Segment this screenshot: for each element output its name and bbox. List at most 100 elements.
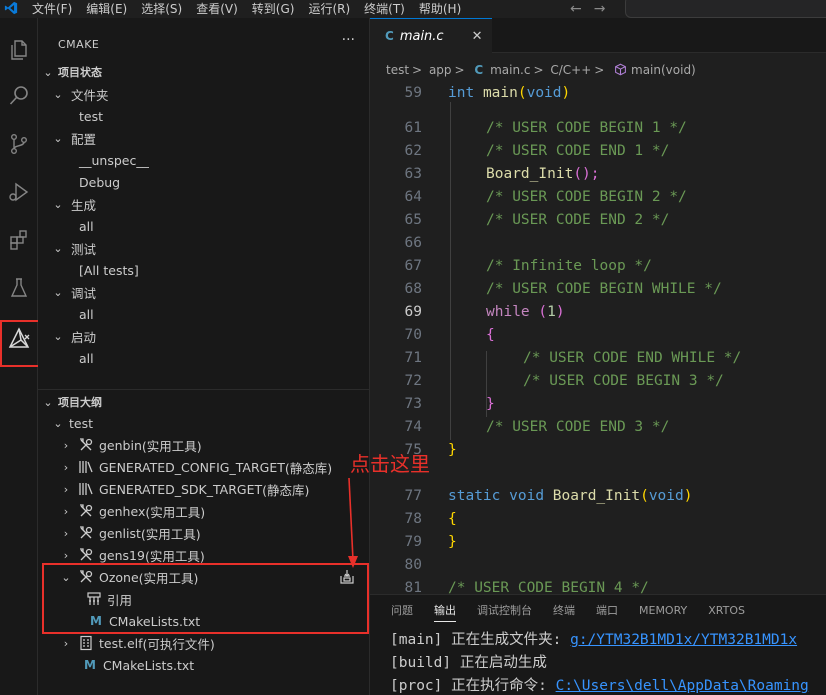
code-view[interactable]: 59 int main(void) 61/* USER CODE BEGIN 1 … xyxy=(370,82,826,602)
outline-item-genbin[interactable]: › genbin (实用工具) xyxy=(38,434,369,456)
panel-tabs: 问题 输出 调试控制台 终端 端口 MEMORY XRTOS xyxy=(370,595,826,625)
status-item-debug-all[interactable]: all xyxy=(38,303,369,325)
outline-item-generated-sdk[interactable]: › GENERATED_SDK_TARGET (静态库) xyxy=(38,478,369,500)
library-icon xyxy=(79,483,93,495)
menu-go[interactable]: 转到(G) xyxy=(245,0,302,18)
menu-help[interactable]: 帮助(H) xyxy=(412,0,468,18)
menu-file[interactable]: 文件(F) xyxy=(25,0,79,18)
output-log[interactable]: [main] 正在生成文件夹: g:/YTM32B1MD1x/YTM32B1MD… xyxy=(390,629,809,695)
chevron-right-icon: › xyxy=(63,526,69,540)
panel-tab-ports[interactable]: 端口 xyxy=(596,602,618,618)
status-item-test[interactable]: test xyxy=(38,105,369,127)
output-line: [build] 正在启动生成 xyxy=(390,655,547,671)
menu-terminal[interactable]: 终端(T) xyxy=(357,0,412,18)
status-item-build-all[interactable]: all xyxy=(38,215,369,237)
output-line: [main] 正在生成文件夹: g:/YTM32B1MD1x/YTM32B1MD… xyxy=(390,632,798,648)
outline-item-test-elf[interactable]: › test.elf (可执行文件) xyxy=(38,632,369,654)
more-actions-icon[interactable]: ··· xyxy=(342,32,355,48)
vscode-logo-icon xyxy=(4,1,18,15)
code-line: 79} xyxy=(404,534,457,550)
outline-item-genlist[interactable]: › genlist (实用工具) xyxy=(38,522,369,544)
menu-view[interactable]: 查看(V) xyxy=(189,0,245,18)
menu-selection[interactable]: 选择(S) xyxy=(134,0,189,18)
panel-tab-problems[interactable]: 问题 xyxy=(391,602,413,618)
status-item-unspec[interactable]: __unspec__ xyxy=(38,149,369,171)
menu-run[interactable]: 运行(R) xyxy=(301,0,357,18)
breadcrumb-item[interactable]: main.c xyxy=(490,63,530,77)
output-path-link[interactable]: C:\Users\dell\AppData\Roaming xyxy=(556,678,809,694)
status-group-test[interactable]: ⌄ 测试 xyxy=(38,237,369,259)
nav-arrows: ← → xyxy=(570,0,617,18)
status-group-debug[interactable]: ⌄ 调试 xyxy=(38,281,369,303)
panel-tab-terminal[interactable]: 终端 xyxy=(553,602,575,618)
status-item-launch-all[interactable]: all xyxy=(38,347,369,369)
output-line: [proc] 正在执行命令: C:\Users\dell\AppData\Roa… xyxy=(390,678,809,694)
run-debug-icon[interactable] xyxy=(0,172,38,212)
chevron-right-icon: > xyxy=(594,63,605,77)
tools-icon xyxy=(80,548,93,561)
tools-icon xyxy=(80,526,93,539)
status-group-folder[interactable]: ⌄ 文件夹 xyxy=(38,83,369,105)
sidebar-title: CMAKE xyxy=(58,38,100,51)
status-group-launch[interactable]: ⌄ 启动 xyxy=(38,325,369,347)
chevron-down-icon: ⌄ xyxy=(53,329,63,343)
outline-item-generated-config[interactable]: › GENERATED_CONFIG_TARGET (静态库) xyxy=(38,456,369,478)
project-status-header[interactable]: ⌄ 项目状态 xyxy=(38,61,369,83)
ozone-highlight-box xyxy=(42,563,369,634)
breadcrumb-item[interactable]: main(void) xyxy=(631,63,696,77)
panel-tab-memory[interactable]: MEMORY xyxy=(639,604,687,617)
code-line: 75} xyxy=(404,442,457,458)
back-arrow-icon[interactable]: ← xyxy=(570,1,582,17)
status-item-all-tests[interactable]: [All tests] xyxy=(38,259,369,281)
code-line: 63 Board_Init(); xyxy=(404,166,600,182)
code-line: 71/* USER CODE END WHILE */ xyxy=(404,350,742,366)
chevron-down-icon: ⌄ xyxy=(53,416,63,430)
extensions-icon[interactable] xyxy=(0,220,38,260)
code-line: 66 xyxy=(404,235,422,251)
chevron-right-icon: › xyxy=(63,460,69,474)
breadcrumb-item[interactable]: C/C++ xyxy=(550,63,591,77)
section-divider xyxy=(38,389,369,390)
outline-item-root-cmakelists[interactable]: M CMakeLists.txt xyxy=(38,654,369,676)
editor-tabs: C main.c ✕ xyxy=(370,18,826,53)
outline-item-genhex[interactable]: › genhex (实用工具) xyxy=(38,500,369,522)
status-item-debug[interactable]: Debug xyxy=(38,171,369,193)
forward-arrow-icon[interactable]: → xyxy=(594,1,606,17)
breadcrumb-item[interactable]: test xyxy=(386,63,409,77)
close-icon[interactable]: ✕ xyxy=(472,29,483,44)
chevron-right-icon: > xyxy=(454,63,465,77)
executable-icon xyxy=(80,635,92,651)
code-line: 65/* USER CODE END 2 */ xyxy=(404,212,670,228)
testing-flask-icon[interactable] xyxy=(0,268,38,308)
code-line: 67/* Infinite loop */ xyxy=(404,258,652,274)
status-group-build[interactable]: ⌄ 生成 xyxy=(38,193,369,215)
outline-root-test[interactable]: ⌄ test xyxy=(38,412,369,434)
code-line: 64/* USER CODE BEGIN 2 */ xyxy=(404,189,687,205)
chevron-right-icon: › xyxy=(63,438,69,452)
bottom-panel: 问题 输出 调试控制台 终端 端口 MEMORY XRTOS [main] 正在… xyxy=(370,594,826,695)
command-center-search[interactable] xyxy=(625,0,826,18)
search-icon[interactable] xyxy=(0,76,38,116)
editor-area: C main.c ✕ test > app > C main.c > C/C++ > m… xyxy=(369,18,826,695)
title-bar: 文件(F) 编辑(E) 选择(S) 查看(V) 转到(G) 运行(R) 终端(T… xyxy=(0,0,826,18)
panel-tab-output[interactable]: 输出 xyxy=(434,602,456,622)
code-line: 77 static void Board_Init(void) xyxy=(404,488,693,504)
project-outline-header[interactable]: ⌄ 项目大纲 xyxy=(38,391,369,413)
vscode-window: { "menu": ["文件(F)","编辑(E)","选择(S)","查看(V… xyxy=(0,0,826,695)
code-line: 59 int main(void) xyxy=(404,85,571,101)
panel-tab-xrtos[interactable]: XRTOS xyxy=(708,604,745,617)
panel-tab-debug-console[interactable]: 调试控制台 xyxy=(477,602,532,618)
tab-main-c[interactable]: C main.c ✕ xyxy=(370,18,492,53)
chevron-down-icon: ⌄ xyxy=(53,87,63,101)
source-control-icon[interactable] xyxy=(0,124,38,164)
explorer-icon[interactable] xyxy=(0,30,38,70)
code-line: 73} xyxy=(404,396,495,412)
tools-icon xyxy=(80,438,93,451)
code-line: 74/* USER CODE END 3 */ xyxy=(404,419,670,435)
output-link[interactable]: g:/YTM32B1MD1x/YTM32B1MD1x xyxy=(570,632,797,648)
status-group-config[interactable]: ⌄ 配置 xyxy=(38,127,369,149)
cmake-highlight-box xyxy=(0,320,40,367)
breadcrumb-item[interactable]: app xyxy=(429,63,452,77)
menu-edit[interactable]: 编辑(E) xyxy=(79,0,134,18)
activity-bar xyxy=(0,18,40,695)
